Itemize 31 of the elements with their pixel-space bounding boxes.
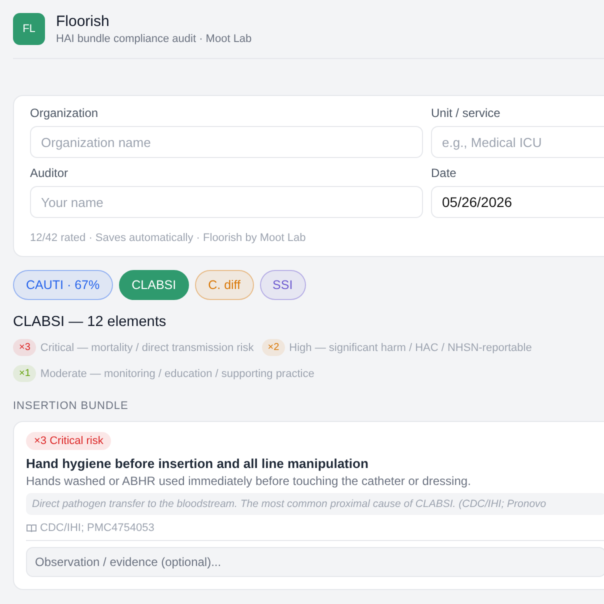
input-field[interactable]: Your name bbox=[30, 186, 423, 218]
legend-text: Critical — mortality / direct transmission risk bbox=[40, 342, 254, 354]
field-label: Date bbox=[431, 166, 458, 180]
section-heading: CLABSI — 12 elements bbox=[13, 314, 168, 330]
bundle-tab[interactable]: CLABSI bbox=[118, 270, 190, 300]
group-heading: INSERTION BUNDLE bbox=[13, 400, 130, 412]
item-description: Hands washed or ABHR used immediately before touching the catheter or dressing. bbox=[26, 474, 471, 488]
risk-badge: ×3 Critical risk bbox=[26, 432, 112, 450]
app-subtitle: HAI bundle compliance audit · Moot Lab bbox=[56, 33, 252, 45]
weight-badge: ×3 bbox=[13, 339, 36, 356]
app-logo: FL bbox=[13, 13, 45, 45]
legend-text: Moderate — monitoring / education / supporting practice bbox=[40, 368, 314, 380]
legend-text: High — significant harm / HAC / NHSN-reportable bbox=[289, 342, 532, 354]
bundle-tab[interactable]: CAUTI · 67% bbox=[13, 270, 113, 300]
book-icon bbox=[26, 524, 37, 532]
field-label: Organization bbox=[30, 106, 100, 120]
weight-badge: ×1 bbox=[13, 365, 36, 382]
rationale-text: Direct pathogen transfer to the bloodstream. The most common proximal cause of CLABSI. (CDC/IHI; Pronovo bbox=[26, 493, 604, 515]
field-label: Unit / service bbox=[431, 106, 502, 120]
source-text: CDC/IHI; PMC4754053 bbox=[40, 522, 154, 534]
app-title: Floorish bbox=[56, 13, 110, 30]
field-label: Auditor bbox=[30, 166, 70, 180]
input-field[interactable]: e.g., Medical ICU bbox=[431, 126, 604, 158]
input-field[interactable]: Organization name bbox=[30, 126, 423, 158]
status-text: 12/42 rated · Saves automatically · Floorish by Moot Lab bbox=[30, 232, 307, 244]
weight-badge: ×2 bbox=[262, 339, 286, 356]
bundle-tab[interactable]: C. diff bbox=[195, 270, 254, 300]
item-title: Hand hygiene before insertion and all line manipulation bbox=[26, 456, 368, 471]
input-field[interactable]: 05/26/2026 bbox=[431, 186, 604, 218]
bundle-tab[interactable]: SSI bbox=[260, 270, 306, 300]
observation-field[interactable]: Observation / evidence (optional)... bbox=[26, 547, 604, 577]
